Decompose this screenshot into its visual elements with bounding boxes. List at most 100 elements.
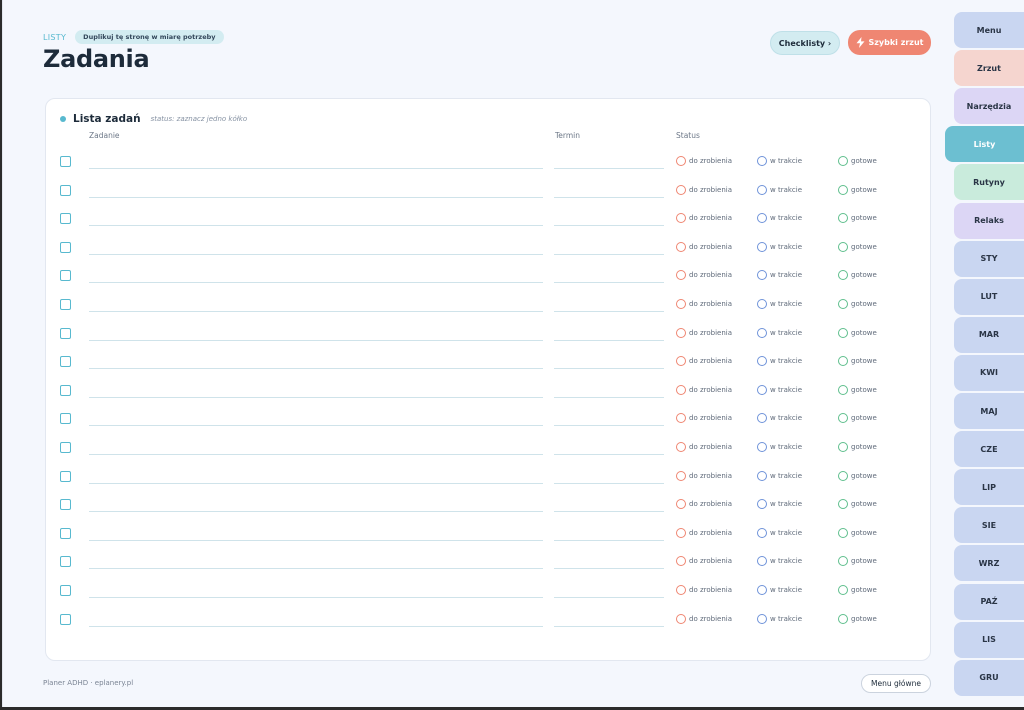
tab-rutyny[interactable]: Rutyny xyxy=(954,164,1024,201)
tab-lip[interactable]: LIP xyxy=(954,469,1024,506)
status-in-progress-option[interactable]: w trakcie xyxy=(757,184,802,195)
radio-circle-icon[interactable] xyxy=(838,270,848,281)
status-in-progress-option[interactable]: w trakcie xyxy=(757,585,802,595)
radio-circle-icon[interactable] xyxy=(676,241,686,252)
task-checkbox[interactable] xyxy=(60,499,71,511)
radio-circle-icon[interactable] xyxy=(838,585,848,595)
tab-wrz[interactable]: WRZ xyxy=(954,545,1024,582)
status-in-progress-option[interactable]: w trakcie xyxy=(757,413,802,424)
quick-dump-button[interactable]: Szybki zrzut xyxy=(848,30,931,55)
radio-circle-icon[interactable] xyxy=(757,184,767,195)
status-done-option[interactable]: gotowe xyxy=(838,356,877,367)
radio-circle-icon[interactable] xyxy=(757,384,767,395)
status-todo-option[interactable]: do zrobienia xyxy=(676,527,732,538)
status-todo-option[interactable]: do zrobienia xyxy=(676,356,732,367)
status-in-progress-option[interactable]: w trakcie xyxy=(757,470,802,481)
radio-circle-icon[interactable] xyxy=(676,556,686,567)
radio-circle-icon[interactable] xyxy=(757,613,767,624)
radio-circle-icon[interactable] xyxy=(838,213,848,224)
status-done-option[interactable]: gotowe xyxy=(838,270,877,281)
radio-circle-icon[interactable] xyxy=(757,156,767,166)
task-input[interactable] xyxy=(89,568,543,570)
task-input[interactable] xyxy=(89,168,543,169)
due-date-input[interactable] xyxy=(554,225,664,227)
radio-circle-icon[interactable] xyxy=(757,442,767,452)
radio-circle-icon[interactable] xyxy=(676,184,686,195)
status-done-option[interactable]: gotowe xyxy=(838,442,877,452)
due-date-input[interactable] xyxy=(554,339,664,341)
radio-circle-icon[interactable] xyxy=(838,299,848,309)
task-input[interactable] xyxy=(89,425,543,427)
task-checkbox[interactable] xyxy=(60,442,71,453)
status-in-progress-option[interactable]: w trakcie xyxy=(757,213,802,224)
status-todo-option[interactable]: do zrobienia xyxy=(676,156,732,166)
task-input[interactable] xyxy=(89,511,543,513)
status-todo-option[interactable]: do zrobienia xyxy=(676,184,732,195)
status-done-option[interactable]: gotowe xyxy=(838,384,877,395)
radio-circle-icon[interactable] xyxy=(676,213,686,224)
radio-circle-icon[interactable] xyxy=(838,527,848,538)
status-in-progress-option[interactable]: w trakcie xyxy=(757,299,802,309)
radio-circle-icon[interactable] xyxy=(757,299,767,309)
status-in-progress-option[interactable]: w trakcie xyxy=(757,356,802,367)
radio-circle-icon[interactable] xyxy=(838,184,848,195)
task-checkbox[interactable] xyxy=(60,413,71,425)
tab-maj[interactable]: MAJ xyxy=(954,393,1024,429)
tab-paź[interactable]: PAŹ xyxy=(954,583,1024,620)
due-date-input[interactable] xyxy=(554,282,664,284)
radio-circle-icon[interactable] xyxy=(676,442,686,452)
due-date-input[interactable] xyxy=(554,539,664,541)
status-done-option[interactable]: gotowe xyxy=(838,241,877,252)
status-todo-option[interactable]: do zrobienia xyxy=(676,470,732,481)
status-done-option[interactable]: gotowe xyxy=(838,499,877,510)
task-checkbox[interactable] xyxy=(60,241,71,253)
status-done-option[interactable]: gotowe xyxy=(838,184,877,195)
tab-relaks[interactable]: Relaks xyxy=(954,202,1024,239)
task-input[interactable] xyxy=(89,539,543,541)
status-done-option[interactable]: gotowe xyxy=(838,213,877,224)
status-todo-option[interactable]: do zrobienia xyxy=(676,213,732,224)
status-in-progress-option[interactable]: w trakcie xyxy=(757,270,802,281)
radio-circle-icon[interactable] xyxy=(757,356,767,367)
radio-circle-icon[interactable] xyxy=(838,327,848,338)
status-todo-option[interactable]: do zrobienia xyxy=(676,241,732,252)
task-input[interactable] xyxy=(89,625,543,627)
radio-circle-icon[interactable] xyxy=(676,527,686,538)
status-todo-option[interactable]: do zrobienia xyxy=(676,499,732,510)
radio-circle-icon[interactable] xyxy=(838,156,848,166)
radio-circle-icon[interactable] xyxy=(676,470,686,481)
radio-circle-icon[interactable] xyxy=(757,327,767,338)
task-input[interactable] xyxy=(89,253,543,255)
status-in-progress-option[interactable]: w trakcie xyxy=(757,613,802,624)
due-date-input[interactable] xyxy=(554,368,664,370)
checklists-button[interactable]: Checklisty › xyxy=(770,31,840,55)
due-date-input[interactable] xyxy=(554,597,664,598)
task-checkbox[interactable] xyxy=(60,270,71,282)
due-date-input[interactable] xyxy=(554,454,664,455)
radio-circle-icon[interactable] xyxy=(676,499,686,510)
tab-kwi[interactable]: KWI xyxy=(954,354,1024,391)
tab-lut[interactable]: LUT xyxy=(954,278,1024,315)
tab-menu[interactable]: Menu xyxy=(954,12,1024,48)
tab-lis[interactable]: LIS xyxy=(954,621,1024,658)
status-todo-option[interactable]: do zrobienia xyxy=(676,585,732,595)
radio-circle-icon[interactable] xyxy=(757,556,767,567)
status-in-progress-option[interactable]: w trakcie xyxy=(757,156,802,166)
status-todo-option[interactable]: do zrobienia xyxy=(676,270,732,281)
task-input[interactable] xyxy=(89,396,543,398)
radio-circle-icon[interactable] xyxy=(676,327,686,338)
due-date-input[interactable] xyxy=(554,396,664,398)
status-done-option[interactable]: gotowe xyxy=(838,327,877,338)
status-todo-option[interactable]: do zrobienia xyxy=(676,327,732,338)
radio-circle-icon[interactable] xyxy=(676,270,686,281)
radio-circle-icon[interactable] xyxy=(676,413,686,424)
tab-mar[interactable]: MAR xyxy=(954,316,1024,353)
radio-circle-icon[interactable] xyxy=(676,356,686,367)
task-checkbox[interactable] xyxy=(60,613,71,625)
tab-zrzut[interactable]: Zrzut xyxy=(954,50,1024,87)
radio-circle-icon[interactable] xyxy=(838,413,848,424)
status-done-option[interactable]: gotowe xyxy=(838,613,877,624)
radio-circle-icon[interactable] xyxy=(757,585,767,595)
tab-listy[interactable]: Listy xyxy=(945,126,1024,163)
tab-gru[interactable]: GRU xyxy=(954,659,1024,696)
